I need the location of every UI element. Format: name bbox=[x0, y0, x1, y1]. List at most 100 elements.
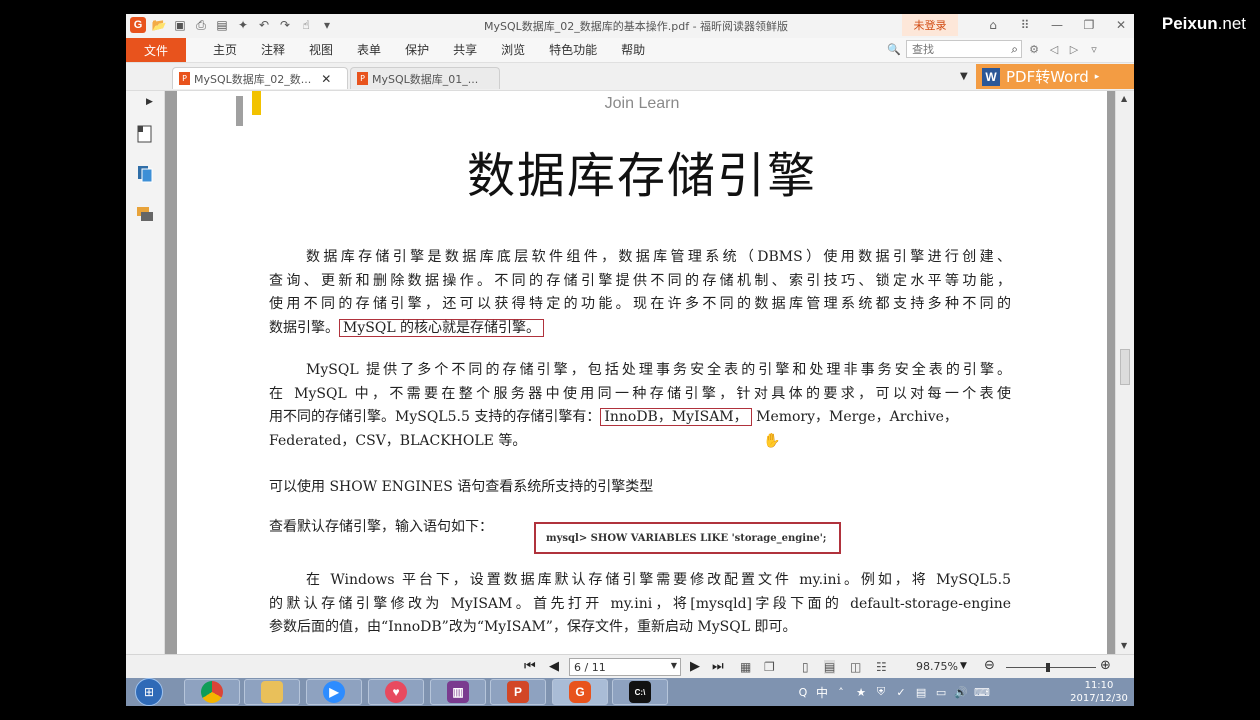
start-button[interactable]: ⊞ bbox=[132, 678, 166, 706]
paragraph-line: MySQL 提供了多个不同的存储引擎，包括处理事务安全表的引擎和处理非事务安全表… bbox=[306, 362, 1011, 378]
shirt-skin-icon[interactable]: ⌂ bbox=[984, 16, 1002, 34]
scroll-thumb[interactable] bbox=[1120, 349, 1130, 385]
volume-icon[interactable]: 🔊 bbox=[954, 686, 968, 699]
search-input[interactable] bbox=[910, 41, 1004, 57]
find-options-icon[interactable]: 🔍 bbox=[886, 43, 902, 56]
windows-orb-icon: ⊞ bbox=[135, 678, 163, 706]
display-icon[interactable]: ▭ bbox=[934, 686, 948, 699]
page-dropdown-icon[interactable]: ▼ bbox=[671, 661, 677, 670]
next-page-icon[interactable]: ▶ bbox=[690, 659, 700, 674]
grid-menu-icon[interactable]: ⠿ bbox=[1016, 16, 1034, 34]
chrome-icon bbox=[201, 681, 223, 703]
zoom-slider-handle[interactable] bbox=[1046, 663, 1050, 672]
foxit-logo-icon[interactable]: G bbox=[130, 17, 146, 33]
vertical-scrollbar[interactable]: ▲ ▼ bbox=[1115, 91, 1134, 654]
expand-panel-icon[interactable]: ▶ bbox=[146, 97, 153, 107]
clock-date: 2017/12/30 bbox=[1070, 693, 1128, 704]
copy-view-icon[interactable]: ❐ bbox=[764, 660, 775, 674]
taskbar-cmd[interactable]: C:\ bbox=[612, 679, 668, 705]
menu-browse[interactable]: 浏览 bbox=[489, 38, 537, 62]
redo-icon[interactable]: ↷ bbox=[277, 17, 293, 33]
page-header-text: Join Learn bbox=[604, 95, 680, 112]
single-page-icon[interactable]: ▯ bbox=[802, 660, 809, 674]
first-page-icon[interactable]: ⏮ bbox=[524, 659, 536, 674]
new-doc-icon[interactable]: ✦ bbox=[235, 17, 251, 33]
clipboard-icon[interactable]: ▤ bbox=[914, 686, 928, 699]
taskbar-chrome[interactable] bbox=[184, 679, 240, 705]
search-q-icon[interactable]: Q bbox=[796, 686, 810, 699]
menu-help[interactable]: 帮助 bbox=[609, 38, 657, 62]
taskbar-clock[interactable]: 11:10 2017/12/30 bbox=[1068, 679, 1130, 705]
tab-document-02[interactable]: P MySQL数据库_02_数... ✕ bbox=[172, 67, 348, 89]
menu-view[interactable]: 视图 bbox=[297, 38, 345, 62]
screen: G 📂 ▣ ⎙ ▤ ✦ ↶ ↷ ☝ ▾ MySQL数据库_02_数据库的基本操作… bbox=[126, 14, 1134, 706]
menu-share[interactable]: 共享 bbox=[441, 38, 489, 62]
search-icon[interactable]: ⌕ bbox=[1011, 42, 1018, 57]
undo-icon[interactable]: ↶ bbox=[256, 17, 272, 33]
keyboard-icon[interactable]: ⌨ bbox=[974, 686, 990, 699]
restore-icon[interactable]: ❐ bbox=[1080, 16, 1098, 34]
last-page-icon[interactable]: ⏭ bbox=[712, 659, 724, 674]
ime-menu-icon[interactable]: ˄ bbox=[834, 686, 848, 699]
print-icon[interactable]: ⎙ bbox=[193, 17, 209, 33]
zoom-in-icon[interactable]: ⊕ bbox=[1100, 658, 1111, 673]
login-button[interactable]: 未登录 bbox=[902, 14, 958, 36]
taskbar-zoom[interactable]: ▶ bbox=[306, 679, 362, 705]
search-box[interactable]: ⌕ bbox=[906, 40, 1022, 58]
settings-gear-icon[interactable]: ⚙ bbox=[1026, 43, 1042, 56]
collapse-ribbon-icon[interactable]: ▿ bbox=[1086, 43, 1102, 56]
continuous-facing-icon[interactable]: ☷ bbox=[876, 660, 887, 674]
taskbar-foxit[interactable]: G bbox=[552, 679, 608, 705]
menu-protect[interactable]: 保护 bbox=[393, 38, 441, 62]
taskbar-powerpoint[interactable]: P bbox=[490, 679, 546, 705]
bookmark-panel-icon[interactable] bbox=[136, 125, 154, 143]
zoom-slider[interactable] bbox=[1006, 667, 1096, 668]
comments-panel-icon[interactable] bbox=[136, 205, 154, 223]
pdf-to-word-button[interactable]: W PDF转Word ▸ bbox=[976, 64, 1134, 89]
prev-result-icon[interactable]: ◁ bbox=[1046, 43, 1062, 56]
tab-close-icon[interactable]: ✕ bbox=[321, 72, 331, 86]
menu-features[interactable]: 特色功能 bbox=[537, 38, 609, 62]
scroll-down-icon[interactable]: ▼ bbox=[1121, 641, 1127, 650]
taskbar-winrar[interactable]: ▥ bbox=[430, 679, 486, 705]
continuous-page-icon[interactable]: ▤ bbox=[824, 660, 836, 674]
page-number-field[interactable]: 6 / 11 ▼ bbox=[569, 658, 681, 676]
facing-page-icon[interactable]: ◫ bbox=[850, 660, 861, 674]
hand-tool-icon[interactable]: ☝ bbox=[298, 17, 314, 33]
security-icon[interactable]: ⛨ bbox=[874, 685, 888, 699]
zoom-dropdown-icon[interactable]: ▼ bbox=[960, 661, 967, 671]
pdf-file-icon: P bbox=[179, 72, 190, 85]
page-layout-icon[interactable]: ▦ bbox=[740, 660, 751, 674]
scroll-up-icon[interactable]: ▲ bbox=[1121, 94, 1127, 103]
menu-form[interactable]: 表单 bbox=[345, 38, 393, 62]
paragraph-line: 使用不同的存储引擎，还可以获得特定的功能。现在许多不同的数据库管理系统都支持多种… bbox=[269, 296, 1011, 312]
file-menu-button[interactable]: 文件 bbox=[126, 38, 186, 62]
menu-home[interactable]: 主页 bbox=[201, 38, 249, 62]
zoom-out-icon[interactable]: ⊖ bbox=[984, 658, 995, 673]
minimize-icon[interactable]: — bbox=[1048, 16, 1066, 34]
tab-document-01[interactable]: P MySQL数据库_01_... bbox=[350, 67, 500, 89]
paragraph-line: 数据库存储引擎是数据库底层软件组件，数据库管理系统（DBMS）使用数据引擎进行创… bbox=[306, 249, 1011, 265]
next-result-icon[interactable]: ▷ bbox=[1066, 43, 1082, 56]
sql-command-box: mysql> SHOW VARIABLES LIKE 'storage_engi… bbox=[534, 522, 841, 554]
prev-page-icon[interactable]: ◀ bbox=[549, 659, 559, 674]
page-thumbnails-icon[interactable] bbox=[136, 165, 154, 183]
highlight-box-engines: InnoDB，MyISAM， bbox=[600, 408, 752, 426]
open-folder-icon[interactable]: 📂 bbox=[151, 17, 167, 33]
ime-indicator[interactable]: 中 bbox=[816, 684, 828, 701]
taskbar-explorer[interactable] bbox=[244, 679, 300, 705]
quick-access-toolbar: G 📂 ▣ ⎙ ▤ ✦ ↶ ↷ ☝ ▾ bbox=[130, 17, 335, 33]
document-view[interactable]: Join Learn 数据库存储引擎 数据库存储引擎是数据库底层软件组件，数据库… bbox=[165, 91, 1115, 654]
network-shield-icon[interactable]: ✓ bbox=[894, 686, 908, 699]
properties-icon[interactable]: ▤ bbox=[214, 17, 230, 33]
star-icon[interactable]: ★ bbox=[854, 686, 868, 699]
tab-list-dropdown-icon[interactable]: ▼ bbox=[960, 71, 968, 82]
menu-comment[interactable]: 注释 bbox=[249, 38, 297, 62]
save-icon[interactable]: ▣ bbox=[172, 17, 188, 33]
close-icon[interactable]: ✕ bbox=[1112, 16, 1130, 34]
taskbar-heart-app[interactable]: ♥ bbox=[368, 679, 424, 705]
highlight-box-core: MySQL 的核心就是存储引擎。 bbox=[339, 318, 545, 337]
title-bar: G 📂 ▣ ⎙ ▤ ✦ ↶ ↷ ☝ ▾ MySQL数据库_02_数据库的基本操作… bbox=[126, 14, 1134, 38]
customize-arrow-icon[interactable]: ▾ bbox=[319, 17, 335, 33]
zoom-percentage[interactable]: 98.75% bbox=[916, 660, 958, 673]
